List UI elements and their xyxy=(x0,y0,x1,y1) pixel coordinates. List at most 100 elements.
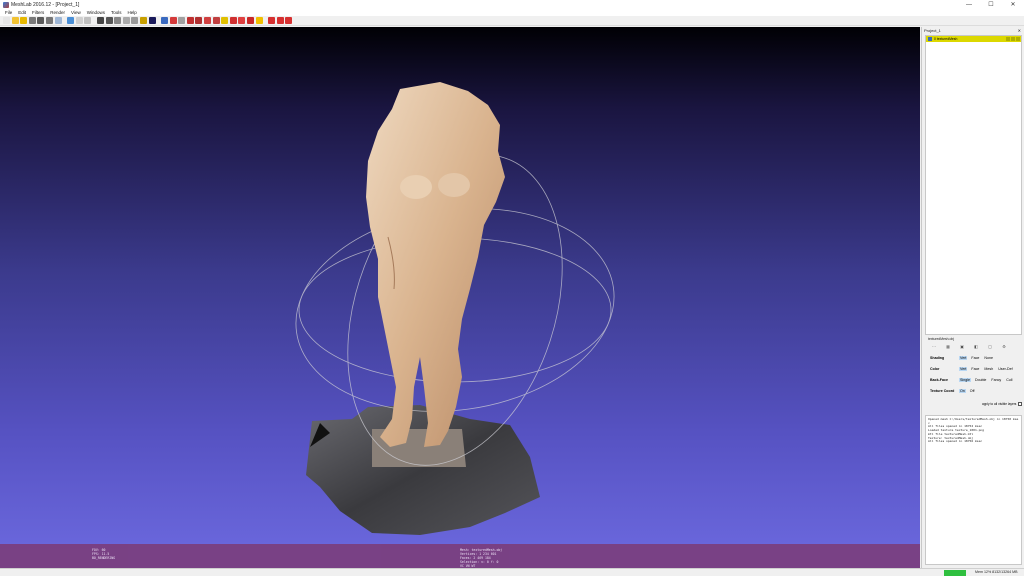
layer-tools xyxy=(1006,37,1021,41)
log-window: Opened mesh C:/Users/texturedMesh.obj in… xyxy=(925,415,1022,565)
new-project-icon[interactable] xyxy=(3,17,10,24)
maximize-button[interactable]: ☐ xyxy=(980,0,1002,9)
layer-settings-icon[interactable] xyxy=(1016,37,1020,41)
backface-double-option[interactable]: Double xyxy=(974,378,987,382)
move-icon[interactable] xyxy=(178,17,186,24)
solid-tab-icon[interactable]: ▣ xyxy=(956,343,968,349)
layer-name: 0 texturedMesh xyxy=(934,37,958,41)
color-userdef-option[interactable]: User-Def xyxy=(997,367,1013,371)
apply-all-checkbox[interactable] xyxy=(1018,402,1022,406)
color-vert-option[interactable]: Vert xyxy=(959,367,968,371)
statue-base xyxy=(306,405,540,535)
align-icon[interactable] xyxy=(204,17,212,24)
color-mesh-option[interactable]: Mesh xyxy=(983,367,994,371)
menu-bar: File Edit Filters Render View Windows To… xyxy=(0,9,1024,16)
pick-points-icon[interactable] xyxy=(212,17,220,24)
render-info: FOV: 60 FPS: 11.5 BO_RENDERING xyxy=(92,548,115,560)
mesh-info: Mesh: texturedMesh.obj Vertices: 1 234 6… xyxy=(460,548,502,568)
smooth-icon[interactable] xyxy=(131,17,139,24)
menu-tools[interactable]: Tools xyxy=(111,10,122,15)
wireframe-icon[interactable] xyxy=(105,17,113,24)
select-faces-icon[interactable] xyxy=(186,17,194,24)
shading-none-option[interactable]: None xyxy=(983,356,994,360)
color-face-option[interactable]: Face xyxy=(970,367,980,371)
scene-render xyxy=(295,82,615,535)
red-tool-3-icon[interactable] xyxy=(285,17,293,24)
fullscreen-icon[interactable] xyxy=(75,17,83,24)
texture-on-option[interactable]: On xyxy=(959,389,966,393)
decorator-title: texturedMesh.obj xyxy=(928,337,955,341)
shading-vert-option[interactable]: Vert xyxy=(959,356,968,360)
prop-color: Color Vert Face Mesh User-Def xyxy=(930,367,1017,371)
menu-edit[interactable]: Edit xyxy=(18,10,26,15)
layer-item[interactable]: 0 texturedMesh xyxy=(926,36,1021,42)
measure-icon[interactable] xyxy=(161,17,169,24)
menu-render[interactable]: Render xyxy=(50,10,65,15)
menu-file[interactable]: File xyxy=(5,10,12,15)
menu-filters[interactable]: Filters xyxy=(32,10,44,15)
texture-icon[interactable] xyxy=(148,17,156,24)
rotate-icon[interactable] xyxy=(221,17,229,24)
project-title: Project_1 xyxy=(924,28,941,33)
options-tab-icon[interactable]: ⚙ xyxy=(998,343,1010,349)
layer-color-icon[interactable] xyxy=(1011,37,1015,41)
backface-label: Back-Face xyxy=(930,378,948,382)
close-button[interactable]: ✕ xyxy=(1002,0,1024,9)
layer-lock-icon[interactable] xyxy=(1006,37,1010,41)
render-mode-tabs: ⋯ ▦ ▣ ◧ ▢ ⚙ xyxy=(928,343,1012,349)
layer-list: 0 texturedMesh xyxy=(925,35,1022,335)
layer-panel: Project_1 ✕ 0 texturedMesh texturedMesh.… xyxy=(921,27,1024,568)
paint-icon[interactable] xyxy=(169,17,177,24)
texture-coord-label: Texture Coord xyxy=(930,389,955,393)
prop-texture-coord: Texture Coord On Off xyxy=(930,389,979,393)
wire-tab-icon[interactable]: ▦ xyxy=(942,343,954,349)
panel-header: Project_1 ✕ xyxy=(922,27,1024,34)
meshlab-logo-icon xyxy=(3,1,9,8)
window-controls: — ☐ ✕ xyxy=(958,0,1024,9)
light-icon[interactable] xyxy=(139,17,147,24)
eye-icon[interactable] xyxy=(928,37,932,41)
backface-single-option[interactable]: Single xyxy=(959,378,971,382)
apply-all-row: apply to all visible layers xyxy=(982,402,1022,406)
import-mesh-icon[interactable] xyxy=(20,17,28,24)
cut-icon[interactable] xyxy=(229,17,237,24)
shading-face-option[interactable]: Face xyxy=(970,356,980,360)
status-bar: Mem 12% 8132/13264 MB xyxy=(0,568,1024,576)
menu-help[interactable]: Help xyxy=(128,10,137,15)
bounding-box-icon[interactable] xyxy=(84,17,92,24)
info-icon[interactable] xyxy=(255,17,263,24)
show-layers-icon[interactable] xyxy=(54,17,62,24)
shading-label: Shading xyxy=(930,356,945,360)
3d-viewport[interactable]: FOV: 60 FPS: 11.5 BO_RENDERING Mesh: tex… xyxy=(0,27,920,568)
panel-close-icon[interactable]: ✕ xyxy=(1018,28,1021,33)
backface-cull-option[interactable]: Cull xyxy=(1005,378,1013,382)
texture-off-option[interactable]: Off xyxy=(969,389,976,393)
red-tool-2-icon[interactable] xyxy=(276,17,284,24)
export-mesh-icon[interactable] xyxy=(37,17,45,24)
flat-icon[interactable] xyxy=(122,17,130,24)
memory-usage-bar xyxy=(944,570,966,576)
delete-faces-icon[interactable] xyxy=(238,17,246,24)
red-tool-1-icon[interactable] xyxy=(268,17,276,24)
prop-shading: Shading Vert Face None xyxy=(930,356,997,360)
apply-all-label: apply to all visible layers xyxy=(982,402,1017,406)
main-toolbar xyxy=(0,16,1024,26)
color-label: Color xyxy=(930,367,940,371)
bbox-tab-icon[interactable]: ▢ xyxy=(984,343,996,349)
prop-backface: Back-Face Single Double Fancy Cull xyxy=(930,378,1016,382)
backface-fancy-option[interactable]: Fancy xyxy=(990,378,1002,382)
trackball-icon[interactable] xyxy=(67,17,75,24)
points-icon[interactable] xyxy=(96,17,104,24)
menu-view[interactable]: View xyxy=(71,10,81,15)
texture-tab-icon[interactable]: ◧ xyxy=(970,343,982,349)
points-tab-icon[interactable]: ⋯ xyxy=(928,343,940,349)
delete-vertices-icon[interactable] xyxy=(247,17,255,24)
minimize-button[interactable]: — xyxy=(958,0,980,9)
flat-lines-icon[interactable] xyxy=(114,17,122,24)
save-snapshot-icon[interactable] xyxy=(45,17,53,24)
open-project-icon[interactable] xyxy=(11,17,19,24)
menu-windows[interactable]: Windows xyxy=(87,10,105,15)
viewport-info-bar: FOV: 60 FPS: 11.5 BO_RENDERING Mesh: tex… xyxy=(0,544,920,568)
select-vertices-icon[interactable] xyxy=(195,17,203,24)
reload-icon[interactable] xyxy=(28,17,36,24)
